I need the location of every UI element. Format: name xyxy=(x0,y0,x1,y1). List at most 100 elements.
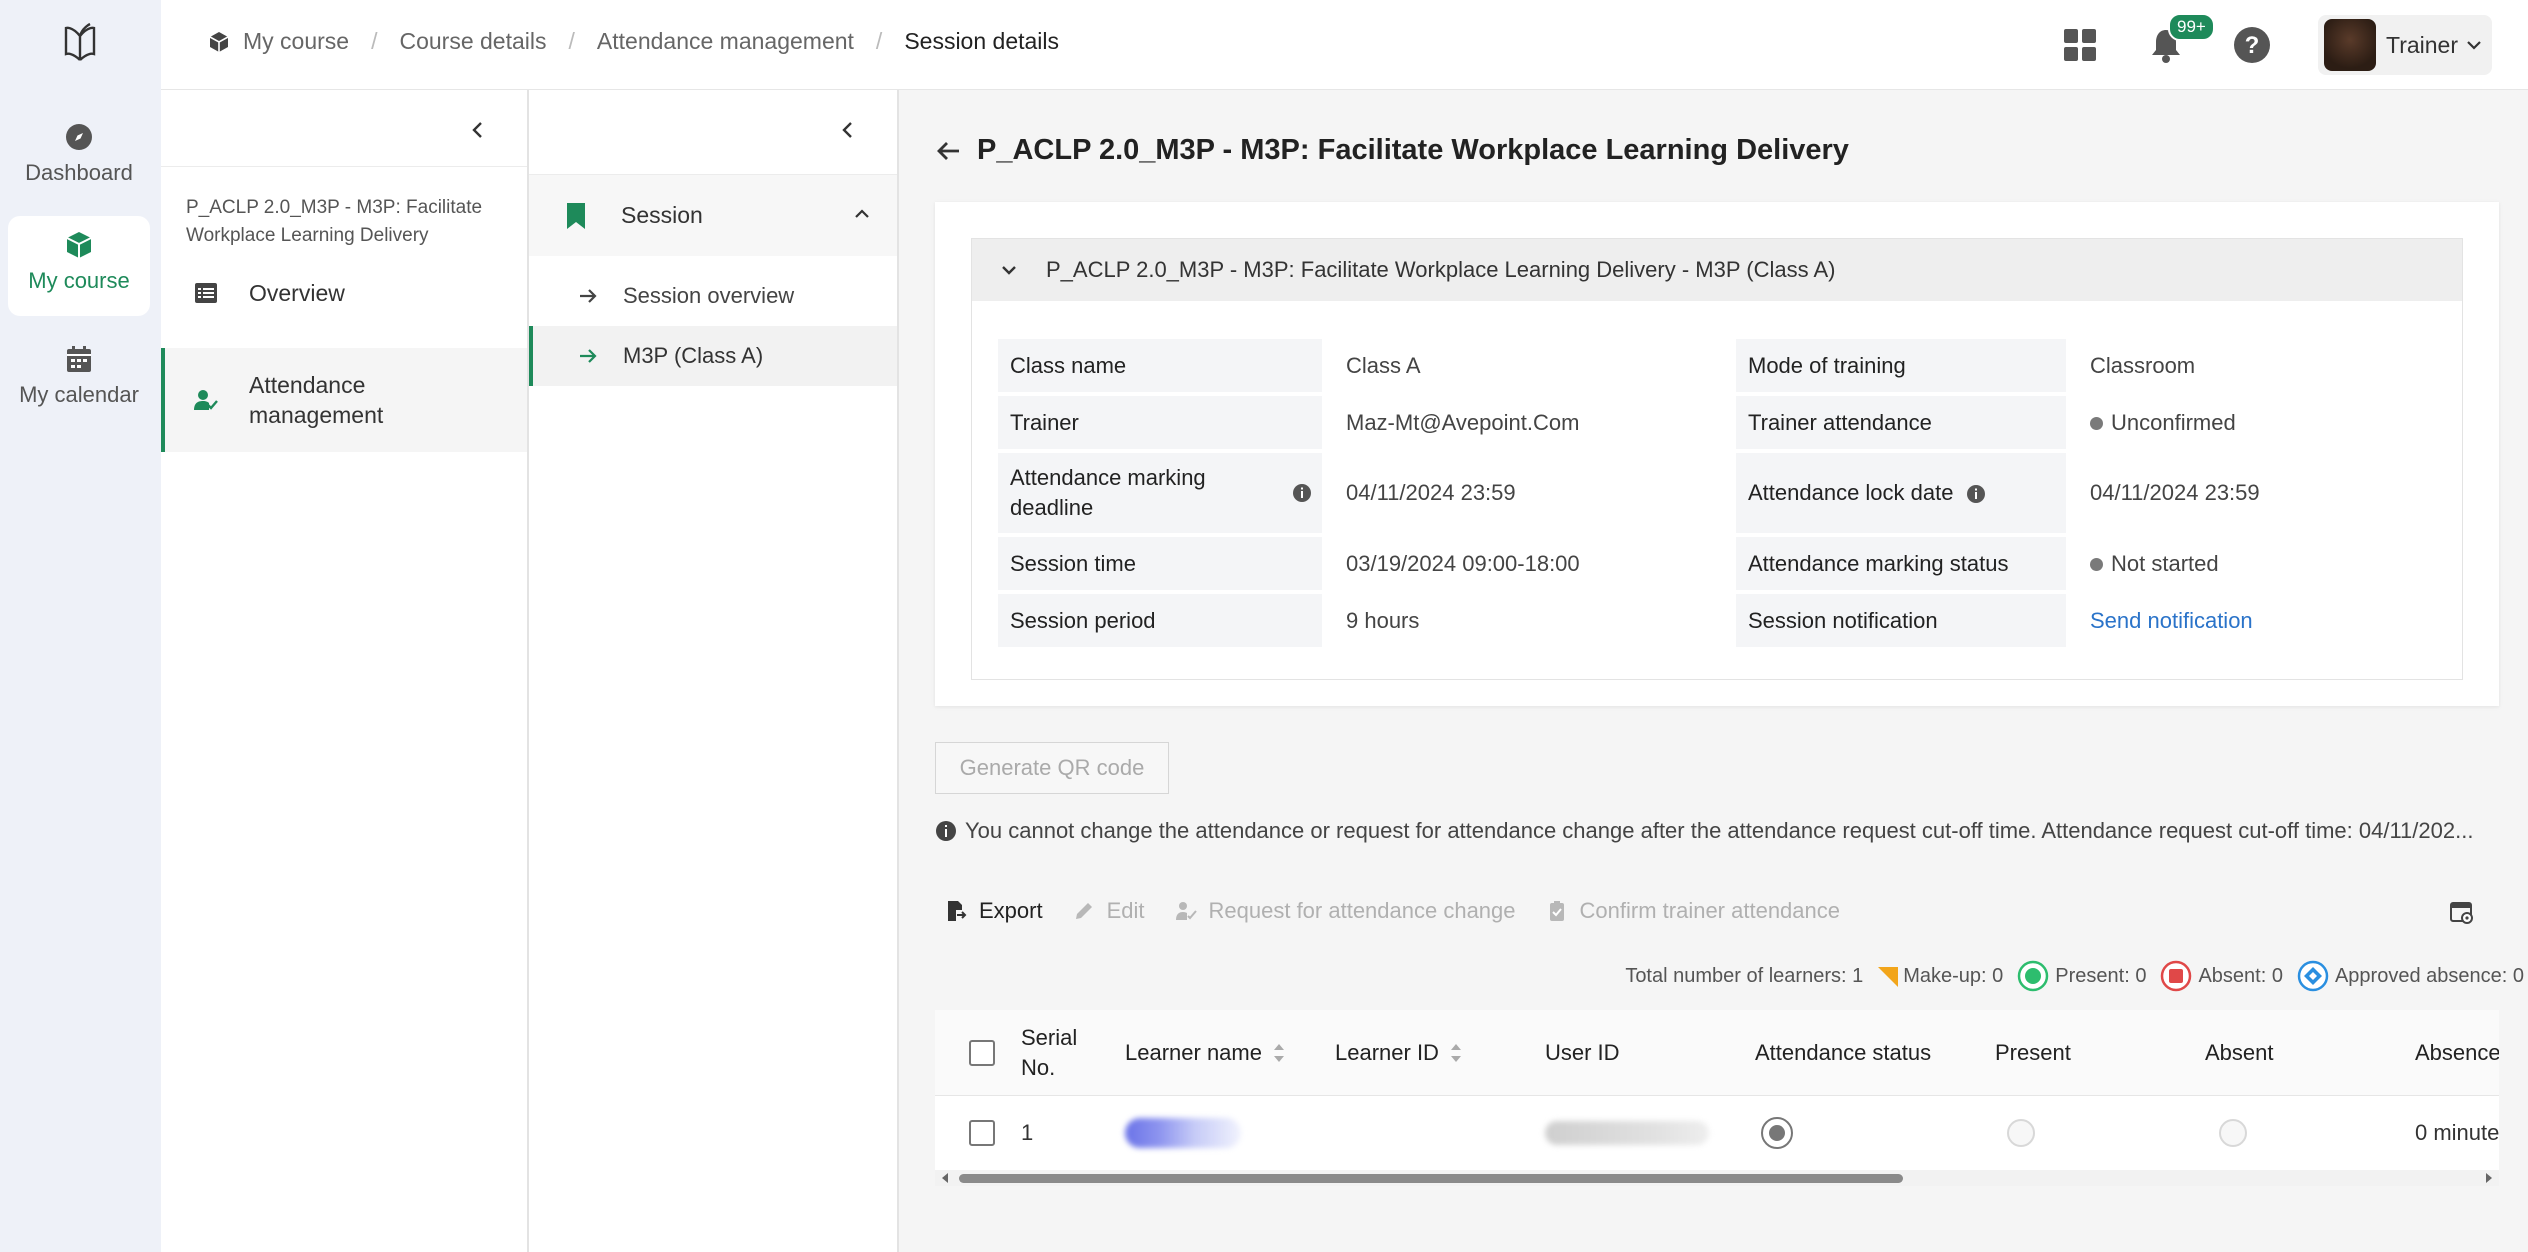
export-button[interactable]: Export xyxy=(945,898,1043,924)
user-menu[interactable]: Trainer xyxy=(2318,15,2492,75)
column-learner-id[interactable]: Learner ID xyxy=(1335,1040,1545,1066)
column-learner-id-label: Learner ID xyxy=(1335,1039,1439,1065)
legend-absent: Absent: 0 xyxy=(2160,960,2283,992)
horizontal-scrollbar[interactable] xyxy=(935,1170,2499,1186)
collapse-panel-icon[interactable] xyxy=(467,118,487,142)
trainer-attendance-text: Unconfirmed xyxy=(2111,409,2236,435)
deadline-label-cell: Attendance marking deadline xyxy=(998,453,1322,533)
absent-icon xyxy=(2161,960,2192,992)
user-role-label: Trainer xyxy=(2386,31,2458,58)
nav-dashboard-label: Dashboard xyxy=(25,160,133,185)
mode-label: Mode of training xyxy=(1736,339,2066,392)
present-icon xyxy=(2018,960,2049,992)
nav-my-course[interactable]: My course xyxy=(8,216,150,316)
chevron-up-icon xyxy=(855,209,869,218)
select-all-checkbox[interactable] xyxy=(969,1039,995,1066)
user-id-redacted xyxy=(1545,1121,1709,1145)
course-title: P_ACLP 2.0_M3P - M3P: Facilitate Workpla… xyxy=(186,197,483,246)
export-icon xyxy=(948,901,967,921)
course-nav-attendance-label: Attendance management xyxy=(249,372,384,428)
app-nav-rail: Dashboard My course My calendar xyxy=(0,0,161,1252)
table-header-row: Serial No. Learner name Learner ID User … xyxy=(935,1010,2499,1096)
total-learners: Total number of learners: 1 xyxy=(1625,964,1864,987)
request-attendance-change-button[interactable]: Request for attendance change xyxy=(1175,898,1516,924)
lock-date-label: Attendance lock date xyxy=(1748,480,1954,505)
session-side-panel: Session Session overview M3P (Class A) xyxy=(529,90,899,1252)
pencil-icon xyxy=(1075,903,1092,919)
lock-date-value: 04/11/2024 23:59 xyxy=(2090,480,2260,505)
user-edit-icon xyxy=(1175,902,1197,920)
collapse-panel-icon[interactable] xyxy=(837,118,857,142)
scrollbar-thumb[interactable] xyxy=(959,1174,1903,1183)
notifications-button[interactable]: 99+ xyxy=(2146,13,2215,65)
app-grid-icon[interactable] xyxy=(2060,25,2100,65)
attendance-status-radio[interactable] xyxy=(1761,1117,1793,1149)
session-section-label: Session xyxy=(621,202,703,228)
svg-text:?: ? xyxy=(2245,32,2260,59)
session-nav-overview-label: Session overview xyxy=(623,283,795,308)
generate-qr-code-button[interactable]: Generate QR code xyxy=(935,742,1169,794)
lock-date-label-cell: Attendance lock date xyxy=(1736,453,2066,533)
info-icon[interactable] xyxy=(1292,483,1312,503)
breadcrumb-my-course[interactable]: My course xyxy=(243,28,349,55)
status-dot xyxy=(2090,558,2103,572)
makeup-flag-icon xyxy=(1878,967,1899,987)
header-actions: 99+ ? Trainer xyxy=(2060,0,2528,90)
breadcrumb-separator: / xyxy=(568,28,575,54)
session-time-value: 03/19/2024 09:00-18:00 xyxy=(1346,550,1580,576)
column-learner-name[interactable]: Learner name xyxy=(1125,1040,1335,1066)
column-settings-icon[interactable] xyxy=(2449,900,2475,926)
edit-button[interactable]: Edit xyxy=(1073,898,1145,924)
scroll-left-icon[interactable] xyxy=(939,1172,951,1184)
user-check-icon xyxy=(194,390,218,410)
session-accordion: P_ACLP 2.0_M3P - M3P: Facilitate Workpla… xyxy=(971,238,2463,680)
present-radio[interactable] xyxy=(2007,1119,2035,1147)
learner-name-redacted[interactable] xyxy=(1125,1118,1241,1148)
breadcrumb-course-details[interactable]: Course details xyxy=(399,28,546,55)
accordion-header[interactable]: P_ACLP 2.0_M3P - M3P: Facilitate Workpla… xyxy=(972,239,2462,301)
column-user-id: User ID xyxy=(1545,1039,1620,1065)
nav-my-course-label: My course xyxy=(28,268,130,293)
marking-status-label: Attendance marking status xyxy=(1736,537,2066,590)
breadcrumb-session-details: Session details xyxy=(904,28,1060,54)
top-bar: My course / Course details / Attendance … xyxy=(161,0,2528,90)
nav-dashboard[interactable]: Dashboard xyxy=(8,108,150,208)
class-name-value: Class A xyxy=(1346,352,1421,378)
trainer-value: Maz-Mt@Avepoint.Com xyxy=(1346,409,1580,435)
session-info-table: Class name Class A Mode of training Clas… xyxy=(998,335,2446,651)
legend-approved-absence: Approved absence: 0 xyxy=(2297,960,2524,992)
info-icon xyxy=(936,821,956,841)
clipboard-check-icon xyxy=(1549,901,1564,921)
confirm-trainer-attendance-button[interactable]: Confirm trainer attendance xyxy=(1546,898,1840,924)
course-nav-overview[interactable]: Overview xyxy=(161,262,527,324)
column-attendance-status: Attendance status xyxy=(1755,1039,1932,1065)
marking-status-text: Not started xyxy=(2111,550,2219,576)
accordion-title: P_ACLP 2.0_M3P - M3P: Facilitate Workpla… xyxy=(1046,257,1836,282)
breadcrumb: My course / Course details / Attendance … xyxy=(207,28,1059,55)
cube-icon xyxy=(66,232,92,258)
send-notification-link[interactable]: Send notification xyxy=(2090,608,2253,633)
breadcrumb-attendance-management[interactable]: Attendance management xyxy=(597,28,854,55)
app-logo-icon[interactable] xyxy=(60,20,100,64)
nav-my-calendar[interactable]: My calendar xyxy=(8,330,150,430)
back-arrow-icon[interactable] xyxy=(935,137,963,165)
session-nav-class-a[interactable]: M3P (Class A) xyxy=(529,326,897,386)
session-nav-overview[interactable]: Session overview xyxy=(529,266,897,326)
row-checkbox[interactable] xyxy=(969,1120,995,1146)
list-icon xyxy=(195,283,217,303)
page-title: P_ACLP 2.0_M3P - M3P: Facilitate Workpla… xyxy=(935,134,1849,167)
absent-radio[interactable] xyxy=(2219,1119,2247,1147)
session-section-header[interactable]: Session xyxy=(529,174,897,256)
sort-icon xyxy=(1273,1043,1284,1062)
legend-absent-text: Absent: 0 xyxy=(2198,964,2283,987)
column-absent: Absent xyxy=(2205,1039,2274,1065)
help-icon[interactable]: ? xyxy=(2232,25,2272,65)
course-nav-attendance-management[interactable]: Attendance management xyxy=(161,348,527,452)
avatar xyxy=(2324,19,2376,71)
session-time-label: Session time xyxy=(998,537,1322,590)
edit-label: Edit xyxy=(1106,898,1145,923)
chevron-down-icon xyxy=(1002,266,1016,275)
scroll-right-icon[interactable] xyxy=(2483,1172,2495,1184)
info-icon[interactable] xyxy=(1966,484,1986,504)
request-attendance-change-label: Request for attendance change xyxy=(1208,898,1516,923)
